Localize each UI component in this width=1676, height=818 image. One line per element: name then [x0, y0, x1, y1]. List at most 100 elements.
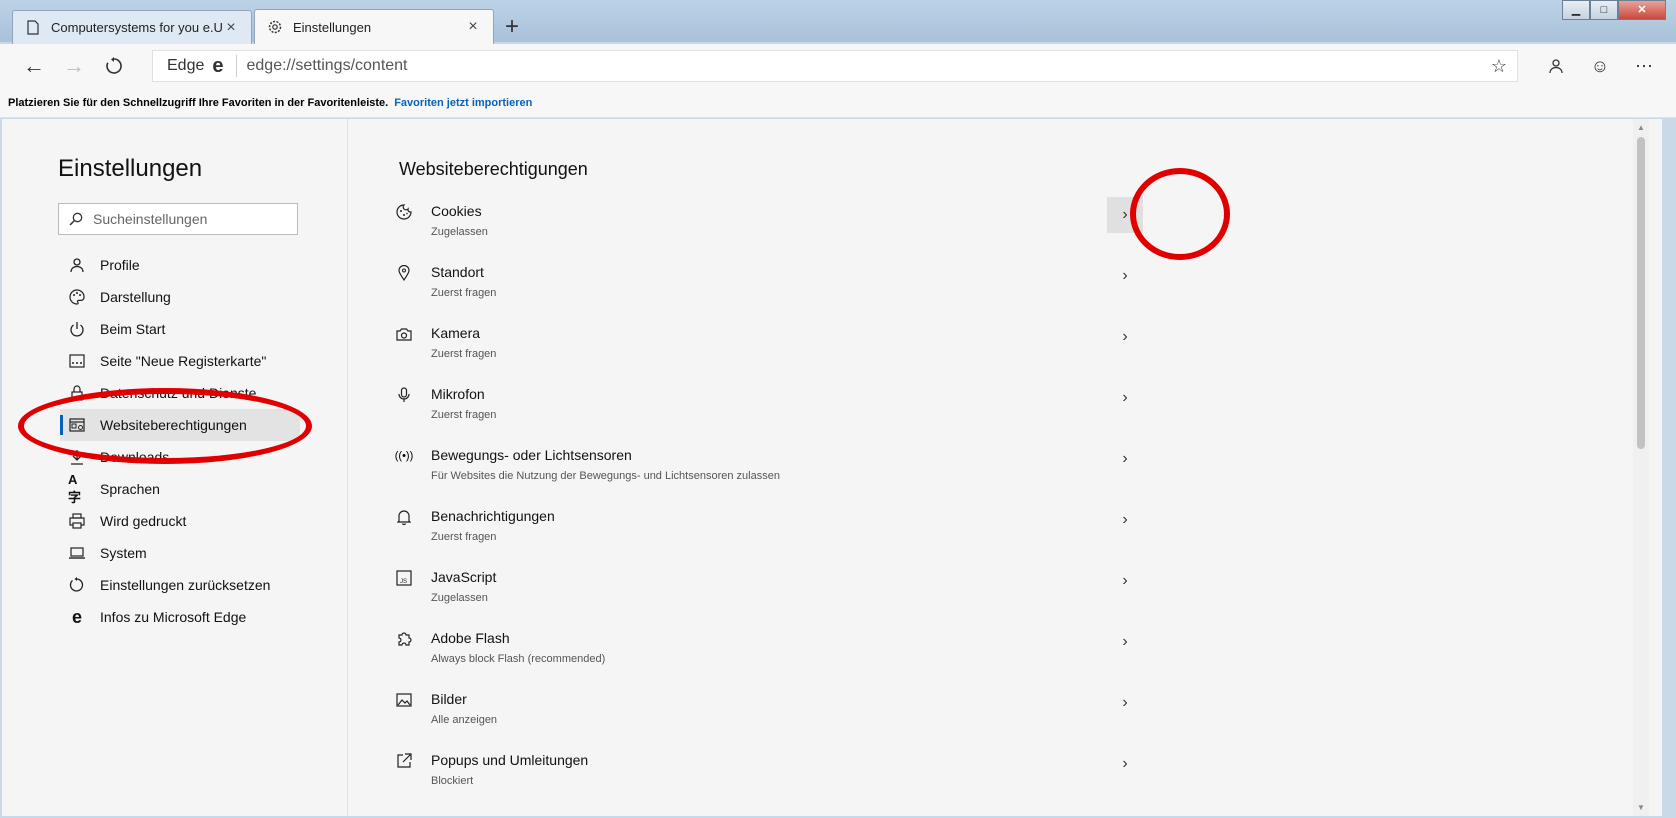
- tab-label: Einstellungen: [293, 19, 372, 35]
- sidebar-item-datenschutz[interactable]: Datenschutz und Dienste: [60, 377, 300, 409]
- permission-mikrofon[interactable]: Mikrofon Zuerst fragen ›: [395, 372, 1175, 433]
- settings-content: Einstellungen Sucheinstellungen Profile …: [2, 119, 1662, 816]
- permission-label: Standort: [431, 264, 484, 280]
- profile-icon[interactable]: [1540, 50, 1572, 82]
- search-settings-input[interactable]: Sucheinstellungen: [58, 203, 298, 235]
- tab-computersystems[interactable]: Computersystems for you e.U. ×: [12, 10, 252, 44]
- permission-label: Cookies: [431, 203, 482, 219]
- sidebar-item-infos[interactable]: e Infos zu Microsoft Edge: [60, 601, 300, 633]
- address-bar[interactable]: Edge e edge://settings/content ☆: [152, 50, 1518, 82]
- permission-benachrichtigungen[interactable]: Benachrichtigungen Zuerst fragen ›: [395, 494, 1175, 555]
- sidebar-item-label: Profile: [100, 257, 140, 273]
- close-window-button[interactable]: ✕: [1618, 0, 1666, 20]
- person-icon: [68, 256, 86, 274]
- scroll-down-icon[interactable]: ▼: [1637, 803, 1645, 812]
- image-icon: [395, 691, 413, 709]
- cookie-icon: [395, 203, 413, 221]
- sidebar-item-label: Downloads: [100, 449, 170, 465]
- permission-status: Zugelassen: [431, 226, 488, 238]
- refresh-icon[interactable]: [94, 46, 134, 86]
- new-tab-button[interactable]: +: [498, 14, 526, 42]
- permission-popups[interactable]: Popups und Umleitungen Blockiert ›: [395, 738, 1175, 799]
- more-icon[interactable]: ⋯: [1628, 50, 1660, 82]
- sensor-icon: ((•)): [394, 450, 414, 462]
- site-permissions-icon: [68, 416, 86, 434]
- puzzle-icon: [395, 630, 413, 648]
- chevron-right-icon[interactable]: ›: [1107, 563, 1143, 599]
- sidebar-item-system[interactable]: System: [60, 537, 300, 569]
- permission-status: Alle anzeigen: [431, 714, 498, 726]
- lock-icon: [68, 384, 86, 402]
- chevron-right-icon[interactable]: ›: [1107, 685, 1143, 721]
- chevron-right-icon[interactable]: ›: [1107, 258, 1143, 294]
- search-placeholder: Sucheinstellungen: [93, 211, 208, 227]
- star-icon[interactable]: ☆: [1481, 56, 1517, 77]
- sidebar-item-label: Wird gedruckt: [100, 513, 187, 529]
- sidebar-title: Einstellungen: [58, 155, 203, 182]
- title-bar: Computersystems for you e.U. × Einstellu…: [0, 0, 1676, 44]
- permission-status: Zuerst fragen: [431, 348, 497, 360]
- settings-main: Websiteberechtigungen Cookies Zugelassen…: [349, 119, 1649, 816]
- sidebar-item-neue-registerkarte[interactable]: Seite "Neue Registerkarte": [60, 345, 300, 377]
- close-icon[interactable]: ×: [223, 19, 239, 37]
- chevron-right-icon[interactable]: ›: [1107, 441, 1143, 477]
- sidebar-item-label: Sprachen: [100, 481, 160, 497]
- sidebar-item-zuruecksetzen[interactable]: Einstellungen zurücksetzen: [60, 569, 300, 601]
- chevron-right-icon[interactable]: ›: [1107, 197, 1143, 233]
- sidebar-item-label: Beim Start: [100, 321, 166, 337]
- settings-nav: Profile Darstellung Beim Start Seite "Ne…: [60, 249, 300, 633]
- sidebar-item-label: System: [100, 545, 147, 561]
- smiley-icon[interactable]: ☺: [1584, 50, 1616, 82]
- sidebar-item-label: Darstellung: [100, 289, 171, 305]
- permission-label: Popups und Umleitungen: [431, 752, 589, 768]
- chevron-right-icon[interactable]: ›: [1107, 319, 1143, 355]
- sidebar-item-darstellung[interactable]: Darstellung: [60, 281, 300, 313]
- bell-icon: [395, 508, 413, 526]
- window-controls: ▁ □ ✕: [1562, 0, 1666, 20]
- permission-status: Zugelassen: [431, 592, 488, 604]
- scroll-up-icon[interactable]: ▲: [1637, 123, 1645, 132]
- chevron-right-icon[interactable]: ›: [1107, 502, 1143, 538]
- permission-status: Zuerst fragen: [431, 409, 497, 421]
- permission-status: Blockiert: [431, 775, 474, 787]
- sidebar-item-sprachen[interactable]: A字 Sprachen: [60, 472, 300, 505]
- permission-label: Bilder: [431, 691, 467, 707]
- sidebar-item-beim-start[interactable]: Beim Start: [60, 313, 300, 345]
- permission-label: Bewegungs- oder Lichtsensoren: [431, 447, 632, 463]
- sidebar-item-drucken[interactable]: Wird gedruckt: [60, 505, 300, 537]
- reset-icon: [68, 576, 86, 594]
- url-text[interactable]: edge://settings/content: [247, 57, 1482, 75]
- edge-logo-icon: e: [71, 606, 82, 627]
- permission-javascript[interactable]: JS JavaScript Zugelassen ›: [395, 555, 1175, 616]
- import-favorites-link[interactable]: Favoriten jetzt importieren: [394, 97, 532, 109]
- close-icon[interactable]: ×: [465, 18, 481, 36]
- permission-bilder[interactable]: Bilder Alle anzeigen ›: [395, 677, 1175, 738]
- scrollbar[interactable]: ▲ ▼: [1633, 119, 1649, 816]
- chevron-right-icon[interactable]: ›: [1107, 380, 1143, 416]
- permission-sensoren[interactable]: ((•)) Bewegungs- oder Lichtsensoren Für …: [395, 433, 1175, 494]
- sidebar-item-downloads[interactable]: Downloads: [60, 441, 300, 473]
- laptop-icon: [68, 544, 86, 562]
- permission-status: Zuerst fragen: [431, 287, 497, 299]
- permission-kamera[interactable]: Kamera Zuerst fragen ›: [395, 311, 1175, 372]
- forward-icon[interactable]: →: [54, 46, 94, 86]
- minimize-button[interactable]: ▁: [1562, 0, 1590, 20]
- gear-icon: [267, 19, 283, 35]
- permission-adobe-flash[interactable]: Adobe Flash Always block Flash (recommen…: [395, 616, 1175, 677]
- permission-cookies[interactable]: Cookies Zugelassen ›: [395, 189, 1175, 250]
- toolbar-right: ☺ ⋯: [1540, 44, 1660, 88]
- permission-standort[interactable]: Standort Zuerst fragen ›: [395, 250, 1175, 311]
- download-icon: [68, 448, 86, 466]
- sidebar-item-profile[interactable]: Profile: [60, 249, 300, 281]
- chevron-right-icon[interactable]: ›: [1107, 746, 1143, 782]
- sidebar-item-websiteberechtigungen[interactable]: Websiteberechtigungen: [60, 409, 300, 441]
- back-icon[interactable]: ←: [14, 46, 54, 86]
- language-icon: A字: [68, 472, 82, 505]
- maximize-button[interactable]: □: [1590, 0, 1618, 20]
- scroll-thumb[interactable]: [1637, 137, 1645, 449]
- tab-einstellungen[interactable]: Einstellungen ×: [254, 9, 494, 44]
- permission-status: Zuerst fragen: [431, 531, 497, 543]
- permission-status: Always block Flash (recommended): [431, 653, 606, 665]
- permission-label: Adobe Flash: [431, 630, 510, 646]
- chevron-right-icon[interactable]: ›: [1107, 624, 1143, 660]
